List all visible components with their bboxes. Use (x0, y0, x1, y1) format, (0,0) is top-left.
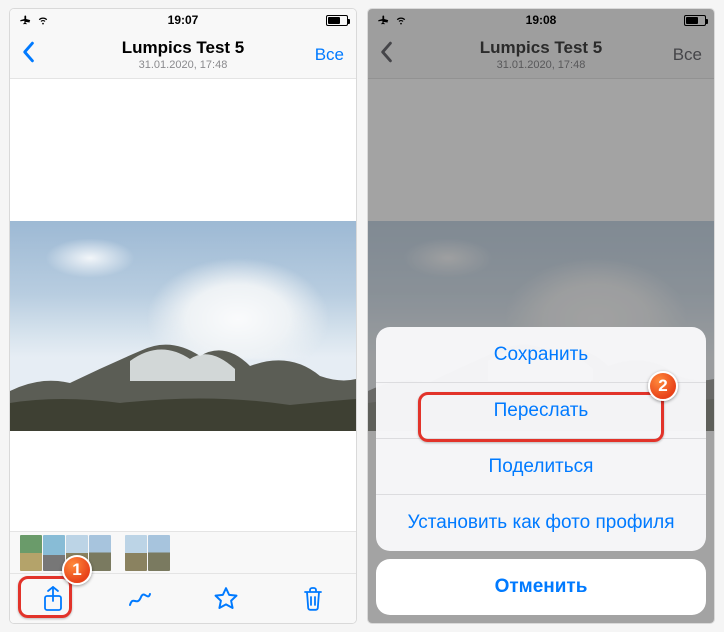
photo-main (10, 221, 356, 431)
thumbnail[interactable] (89, 535, 111, 571)
photo-viewer[interactable] (10, 79, 356, 573)
status-bar: 19:07 (10, 9, 356, 31)
action-cancel[interactable]: Отменить (376, 559, 706, 615)
trash-button[interactable] (288, 579, 338, 619)
thumbnail[interactable] (20, 535, 42, 571)
wifi-icon (36, 12, 50, 29)
phone-screen-left: 19:07 Lumpics Test 5 31.01.2020, 17:48 В… (10, 9, 356, 623)
status-time: 19:07 (168, 13, 199, 27)
all-button[interactable]: Все (315, 45, 344, 65)
phone-screen-right: 19:08 Lumpics Test 5 31.01.2020, 17:48 В… (368, 9, 714, 623)
thumbnail-group-1[interactable] (20, 535, 111, 571)
bottom-toolbar (10, 573, 356, 623)
thumbnail-strip[interactable] (10, 531, 356, 573)
action-sheet: Сохранить Переслать Поделиться Установит… (376, 327, 706, 615)
action-save[interactable]: Сохранить (376, 327, 706, 383)
share-button[interactable] (28, 579, 78, 619)
action-share[interactable]: Поделиться (376, 439, 706, 495)
action-forward[interactable]: Переслать (376, 383, 706, 439)
thumbnail-group-2[interactable] (125, 535, 170, 571)
battery-icon (326, 15, 348, 26)
airplane-mode-icon (18, 12, 32, 29)
thumbnail[interactable] (125, 535, 147, 571)
nav-subtitle: 31.01.2020, 17:48 (122, 59, 245, 71)
nav-title: Lumpics Test 5 (122, 38, 245, 58)
draw-button[interactable] (115, 579, 165, 619)
back-button[interactable] (20, 41, 36, 68)
star-button[interactable] (201, 579, 251, 619)
thumbnail[interactable] (43, 535, 65, 571)
action-set-profile-photo[interactable]: Установить как фото профиля (376, 495, 706, 551)
nav-bar: Lumpics Test 5 31.01.2020, 17:48 Все (10, 31, 356, 79)
thumbnail[interactable] (66, 535, 88, 571)
thumbnail[interactable] (148, 535, 170, 571)
